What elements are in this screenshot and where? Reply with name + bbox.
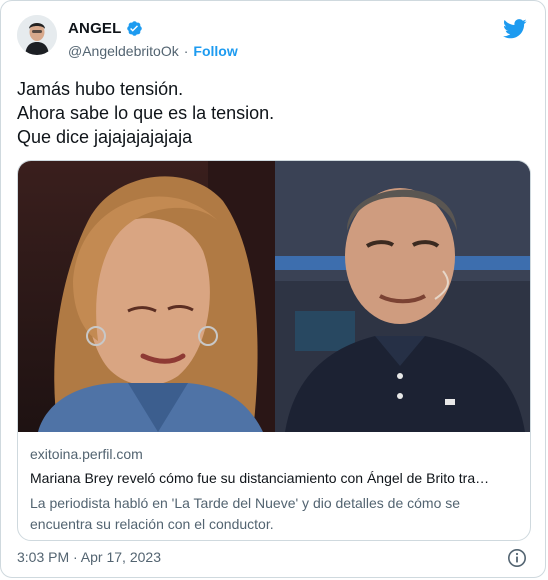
link-title[interactable]: Mariana Brey reveló cómo fue su distanci… xyxy=(30,468,520,488)
twitter-bird-icon[interactable] xyxy=(503,19,527,39)
link-preview-image[interactable] xyxy=(18,161,530,432)
tweet-text: Jamás hubo tensión. Ahora sabe lo que es… xyxy=(17,77,517,149)
tweet-line: Jamás hubo tensión. xyxy=(17,79,184,99)
verified-badge-icon xyxy=(126,20,142,36)
tweet-line: Que dice jajajajajajaja xyxy=(17,127,193,147)
link-description: La periodista habló en 'La Tarde del Nue… xyxy=(30,495,461,532)
tweet-line: Ahora sabe lo que es la tension. xyxy=(17,103,275,123)
author-handle[interactable]: @AngeldebritoOk xyxy=(68,43,179,59)
info-icon[interactable] xyxy=(507,548,527,568)
author-name[interactable]: ANGEL xyxy=(68,20,122,37)
photo-man xyxy=(275,161,530,432)
follow-button[interactable]: Follow xyxy=(193,43,237,59)
separator-dot: · xyxy=(183,43,189,59)
author-avatar[interactable] xyxy=(17,15,57,55)
embedded-tweet: ANGEL @AngeldebritoOk · Follow Jamás hub… xyxy=(0,0,546,578)
link-preview-card[interactable]: exitoina.perfil.com Mariana Brey reveló … xyxy=(17,160,531,541)
photo-woman xyxy=(18,161,275,432)
tweet-timestamp[interactable]: 3:03 PM · Apr 17, 2023 xyxy=(17,549,161,565)
link-domain: exitoina.perfil.com xyxy=(30,446,143,462)
